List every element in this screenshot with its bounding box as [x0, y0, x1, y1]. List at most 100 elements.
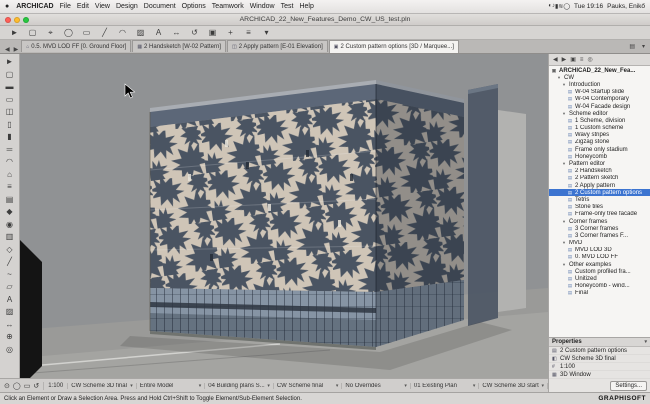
navigator-tree-item[interactable]: ▾ Pattern editor	[549, 160, 650, 167]
background-building[interactable]	[498, 110, 526, 312]
tab-list-icon[interactable]: ▤	[627, 43, 637, 50]
property-row[interactable]: ▦ 3D Window	[549, 371, 650, 379]
quick-options-graphic-override[interactable]: No Overrides	[342, 382, 411, 389]
navigator-tree-item[interactable]: ▤ MVD LOD 3D	[549, 247, 650, 254]
lamp-tool-icon[interactable]: ◉	[6, 219, 13, 232]
rotate-tool-icon[interactable]: ↺	[188, 26, 201, 39]
navigator-tree-item[interactable]: ▤ W-04 Facade design	[549, 103, 650, 110]
section-tool-icon[interactable]: ◎	[6, 344, 13, 357]
navigator-tree-item[interactable]: ▤ W-04 Startup slide	[549, 89, 650, 96]
more-tools-icon[interactable]: ▾	[260, 26, 273, 39]
property-row[interactable]: ◧ CW Scheme 3D final	[549, 355, 650, 363]
menu-document[interactable]: Document	[141, 3, 179, 10]
mesh-tool-icon[interactable]: ▤	[6, 194, 14, 207]
navigator-tree-item[interactable]: ▤ 1 Scheme, division	[549, 117, 650, 124]
stair-tool-icon[interactable]: ≡	[7, 181, 12, 194]
quick-options-pen-set[interactable]: CW Scheme final	[274, 382, 343, 389]
property-row[interactable]: ▤ 2 Custom pattern options	[549, 347, 650, 355]
navigator-tree-item[interactable]: ▤ Frame-only tree facade	[549, 211, 650, 218]
menu-teamwork[interactable]: Teamwork	[209, 3, 247, 10]
wall-tool-icon[interactable]: ▭	[80, 26, 93, 39]
3d-viewport[interactable]	[20, 54, 548, 378]
navigator-tree-item[interactable]: ▤ 3 Corner frames	[549, 225, 650, 232]
fullscreen-button[interactable]	[23, 17, 29, 23]
tab-ground-floor[interactable]: ⌂ 0.5. MVD LOD FF [0. Ground Floor]	[21, 40, 132, 52]
menu-clock[interactable]: Tue 19:16	[574, 3, 603, 10]
add-tool-icon[interactable]: +	[224, 26, 237, 39]
menu-file[interactable]: File	[57, 3, 74, 10]
spline-tool-icon[interactable]: ~	[7, 269, 12, 282]
nav-back-icon[interactable]: ◀	[553, 56, 558, 63]
menu-help[interactable]: Help	[296, 3, 316, 10]
roof-tool-icon[interactable]: ◠	[6, 156, 13, 169]
fill-tool-icon[interactable]: ▨	[6, 306, 14, 319]
object-tool-icon[interactable]: ◆	[6, 206, 12, 219]
navigator-tree-item[interactable]: ▤ 2 Handsketch	[549, 168, 650, 175]
apple-menu-icon[interactable]: ●	[5, 3, 9, 10]
settings-button[interactable]: Settings...	[610, 380, 647, 391]
navigator-tree-item[interactable]: ▤ Honeycomb	[549, 153, 650, 160]
navigator-tree-item[interactable]: ▤ 2 Custom pattern options	[549, 189, 650, 197]
menu-edit[interactable]: Edit	[74, 3, 92, 10]
navigator-tree-item[interactable]: ▤ Tetris	[549, 196, 650, 203]
project-chooser-icon[interactable]: ▣	[570, 56, 576, 63]
line-tool-icon[interactable]: ╱	[98, 26, 111, 39]
navigator-tree-item[interactable]: ▤ Zigzag stone	[549, 139, 650, 146]
wall-tool-icon[interactable]: ▬	[6, 81, 14, 94]
tab-handsketch[interactable]: ▦ 2 Handsketch [W-02 Pattern]	[132, 40, 226, 52]
menu-test[interactable]: Test	[278, 3, 297, 10]
building-front-facade[interactable]	[149, 84, 377, 350]
group-tool-icon[interactable]: ▣	[206, 26, 219, 39]
navigator-tree-item[interactable]: ▤ Honeycomb - wind...	[549, 283, 650, 290]
tab-custom-pattern-options[interactable]: ▣ 2 Custom pattern options [3D / Marquee…	[328, 40, 459, 53]
slab-tool-icon[interactable]: ▭	[6, 94, 14, 107]
dimension-tool-icon[interactable]: ↔	[170, 26, 183, 39]
tab-menu-icon[interactable]: ▾	[640, 43, 647, 50]
navigator-tree-item[interactable]: ▤ Unitized	[549, 275, 650, 282]
text-tool-icon[interactable]: A	[152, 26, 165, 39]
navigator-tree-item[interactable]: ▤ Final	[549, 290, 650, 297]
tab-apply-pattern[interactable]: ◫ 2 Apply pattern [E-01 Elevation]	[226, 40, 328, 52]
navigator-tree-item[interactable]: ▾ Other examples	[549, 261, 650, 268]
quick-options-3d-style[interactable]: CW Scheme 3D start	[479, 382, 548, 389]
beam-tool-icon[interactable]: ═	[7, 144, 13, 157]
marquee-tool-icon[interactable]: ▢	[6, 69, 14, 82]
arc-tool-icon[interactable]: ◠	[116, 26, 129, 39]
quick-options-filter[interactable]: Entire Model	[137, 382, 206, 389]
tab-forward-icon[interactable]: ▶	[12, 46, 21, 53]
menu-archicad[interactable]: ARCHICAD	[13, 3, 56, 10]
quick-options-renovation-filter[interactable]: 01 Existing Plan	[411, 382, 480, 389]
navigator-tree-item[interactable]: ▤ 2 Pattern sketch	[549, 175, 650, 182]
navigator-tree-item[interactable]: ▤ Frame only stadium	[549, 146, 650, 153]
zoom-level[interactable]: 1:100	[44, 382, 69, 389]
navigator-tree-item[interactable]: ▾ Introduction	[549, 81, 650, 88]
arrow-tool-icon[interactable]: ►	[6, 56, 14, 69]
tab-back-icon[interactable]: ◀	[3, 46, 12, 53]
minimize-button[interactable]	[14, 17, 20, 23]
properties-title[interactable]: Properties	[549, 338, 650, 347]
navigator-tree-item[interactable]: ▤ 1 Custom scheme	[549, 125, 650, 132]
nav-forward-icon[interactable]: ▶	[562, 56, 567, 63]
orbit-icon[interactable]: ⊙	[4, 382, 10, 390]
navigator-tree-item[interactable]: ▾ CW	[549, 74, 650, 81]
navigator-tree-item[interactable]: ▤ 3 Corner frames F...	[549, 232, 650, 239]
line-tool-icon[interactable]: ╱	[7, 256, 12, 269]
menu-user[interactable]: Pauks, Enikő	[607, 3, 645, 10]
polygon-tool-icon[interactable]: ▱	[6, 281, 12, 294]
navigator-tree-item[interactable]: ▤ Stone tiles	[549, 204, 650, 211]
nav-pin-icon[interactable]: ◎	[587, 56, 592, 63]
menu-design[interactable]: Design	[113, 3, 141, 10]
layers-tool-icon[interactable]: ≡	[242, 26, 255, 39]
navigator-tree-item[interactable]: ▾ Scheme editor	[549, 110, 650, 117]
navigator-tree-item[interactable]: ▤ Custom profiled fra...	[549, 268, 650, 275]
3d-viewport-canvas[interactable]	[20, 54, 548, 378]
shell-tool-icon[interactable]: ⌂	[7, 169, 12, 182]
text-tool-icon[interactable]: A	[7, 294, 12, 307]
menu-window[interactable]: Window	[247, 3, 278, 10]
door-tool-icon[interactable]: ◫	[6, 106, 14, 119]
building-model[interactable]	[149, 80, 464, 350]
marquee-tool-icon[interactable]: ▢	[26, 26, 39, 39]
navigator-tree-item[interactable]: ▾ Corner frames	[549, 218, 650, 225]
fill-tool-icon[interactable]: ▨	[134, 26, 147, 39]
dimension-tool-icon[interactable]: ↔	[6, 319, 14, 332]
